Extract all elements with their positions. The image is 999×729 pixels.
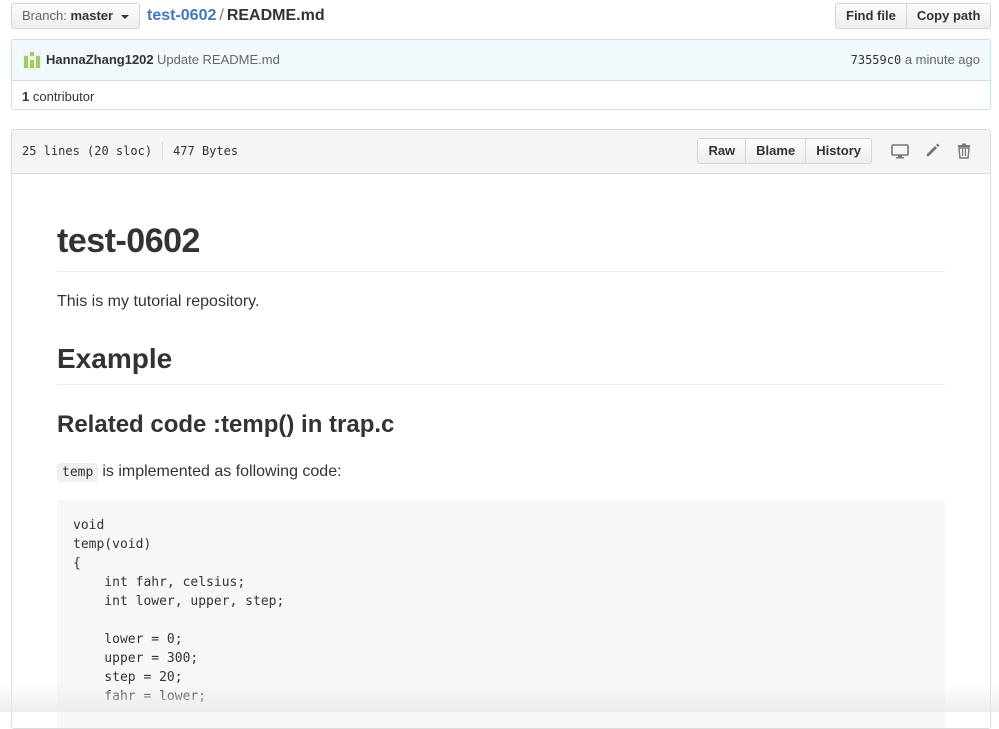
desktop-icon[interactable] — [884, 138, 916, 164]
caret-down-icon — [120, 14, 129, 19]
copy-path-button[interactable]: Copy path — [906, 3, 992, 29]
readme-title: test-0602 — [57, 219, 945, 272]
readme-paragraph-code-intro: temp is implemented as following code: — [57, 461, 342, 484]
bottom-fade — [0, 684, 999, 712]
file-info-divider — [162, 142, 164, 160]
commit-meta: 73559c0 a minute ago — [851, 52, 980, 67]
readme-heading-example: Example — [57, 337, 945, 385]
contributors-label: contributor — [32, 89, 95, 104]
readme-paragraph: This is my tutorial repository. — [57, 293, 260, 310]
raw-button[interactable]: Raw — [697, 138, 747, 164]
file-header: 25 lines (20 sloc) 477 Bytes Raw Blame H… — [12, 130, 990, 174]
file-info: 25 lines (20 sloc) 477 Bytes — [22, 142, 239, 160]
trash-icon[interactable] — [948, 138, 980, 164]
find-file-button[interactable]: Find file — [835, 3, 907, 29]
avatar-icon[interactable] — [23, 51, 41, 69]
commit-sha-link[interactable]: 73559c0 — [851, 53, 902, 67]
branch-label: Branch: — [22, 8, 67, 23]
contributors-count: 1 — [22, 89, 30, 104]
breadcrumb-separator: / — [219, 7, 224, 24]
breadcrumb: test-0602/README.md — [147, 5, 325, 27]
pencil-icon[interactable] — [916, 138, 948, 164]
code-intro-text: is implemented as following code: — [102, 463, 342, 480]
file-lines: 25 lines (20 sloc) — [22, 144, 153, 158]
breadcrumb-repo-link[interactable]: test-0602 — [147, 7, 216, 24]
breadcrumb-file: README.md — [226, 7, 325, 24]
history-button[interactable]: History — [806, 138, 872, 164]
file-actions: Raw Blame History — [697, 138, 980, 164]
branch-selector[interactable]: Branch: master — [11, 3, 140, 29]
branch-name: master — [70, 8, 114, 23]
file-nav-buttons: Find file Copy path — [835, 3, 992, 29]
latest-commit: HannaZhang1202 Update README.md 73559c0 … — [12, 40, 990, 81]
readme-heading-related-code: Related code :temp() in trap.c — [57, 411, 395, 438]
commit-message-link[interactable]: Update README.md — [157, 52, 280, 67]
file-navigation: Branch: master test-0602/README.md Find … — [11, 3, 992, 29]
file-container: 25 lines (20 sloc) 477 Bytes Raw Blame H… — [11, 129, 991, 729]
blame-button[interactable]: Blame — [746, 138, 807, 164]
commit-tease: HannaZhang1202 Update README.md 73559c0 … — [11, 39, 991, 110]
inline-code: temp — [57, 463, 99, 482]
code-content: void temp(void) { int fahr, celsius; int… — [73, 518, 285, 704]
commit-author-link[interactable]: HannaZhang1202 — [46, 52, 154, 67]
commit-time: a minute ago — [904, 52, 980, 67]
file-size: 477 Bytes — [173, 144, 239, 158]
contributors[interactable]: 1 contributor — [12, 81, 990, 104]
file-view-buttons: Raw Blame History — [697, 138, 872, 164]
